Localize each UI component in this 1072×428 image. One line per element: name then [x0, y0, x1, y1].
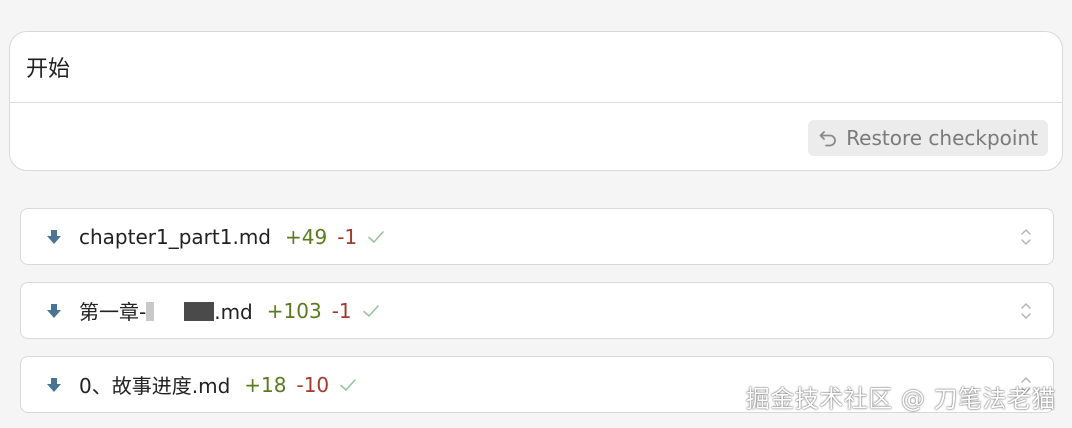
chat-panel: 开始 Restore checkpoint chapter1_part1.md … — [0, 0, 1072, 428]
arrow-down-icon — [45, 376, 63, 394]
arrow-down-icon — [45, 302, 63, 320]
check-icon — [362, 301, 382, 321]
check-icon — [339, 375, 359, 395]
file-name-suffix: .md — [214, 300, 253, 324]
undo-arrow-icon — [818, 128, 838, 148]
file-change-row[interactable]: 第一章- .md +103 -1 — [20, 282, 1054, 339]
lines-removed: -10 — [296, 372, 330, 397]
file-change-row[interactable]: chapter1_part1.md +49 -1 — [20, 208, 1054, 265]
lines-removed: -1 — [337, 224, 358, 249]
restore-checkpoint-label: Restore checkpoint — [846, 126, 1038, 150]
file-name[interactable]: 0、故事进度.md — [79, 370, 230, 399]
lines-added: +49 — [285, 224, 328, 249]
check-icon — [367, 227, 387, 247]
lines-added: +103 — [266, 298, 322, 323]
expand-collapse-icon[interactable] — [1019, 300, 1033, 322]
lines-added: +18 — [244, 372, 287, 397]
watermark: 掘金技术社区 @ 刀笔法老猫 — [745, 385, 1056, 413]
redacted-text — [184, 302, 215, 321]
file-name[interactable]: 第一章- .md — [79, 296, 253, 325]
file-name-prefix: 第一章- — [79, 300, 147, 324]
file-name[interactable]: chapter1_part1.md — [79, 225, 271, 249]
lines-removed: -1 — [331, 298, 352, 323]
arrow-down-icon — [45, 228, 63, 246]
message-text: 开始 — [10, 32, 1062, 103]
user-message-card: 开始 Restore checkpoint — [9, 31, 1063, 171]
redacted-text — [146, 302, 155, 321]
expand-collapse-icon[interactable] — [1019, 226, 1033, 248]
restore-checkpoint-button[interactable]: Restore checkpoint — [808, 120, 1048, 156]
